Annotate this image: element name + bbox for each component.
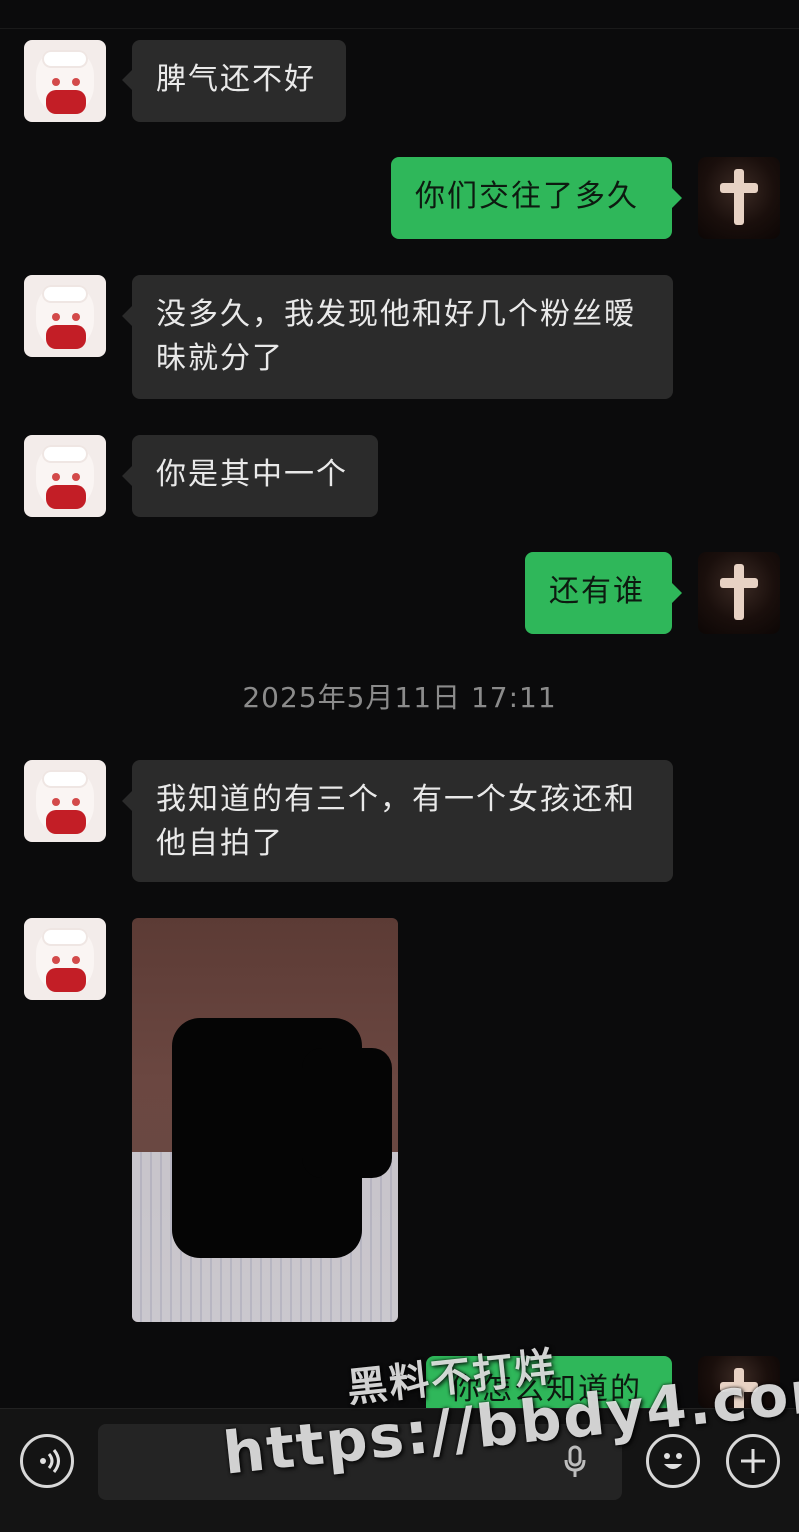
chat-timestamp: 2025年5月11日 17:11 <box>242 681 557 714</box>
microphone-icon[interactable] <box>560 1444 590 1480</box>
bubble-tail <box>672 188 682 208</box>
contact-avatar[interactable] <box>24 918 106 1000</box>
contact-avatar[interactable] <box>24 40 106 122</box>
message-text: 你是其中一个 <box>156 457 348 492</box>
voice-icon[interactable] <box>20 1434 74 1488</box>
photo-message[interactable] <box>132 918 398 1322</box>
anime-girl-icon <box>36 928 94 992</box>
cross-icon <box>734 564 744 620</box>
contact-avatar[interactable] <box>24 435 106 517</box>
outgoing-message[interactable]: 你怎么知道的 <box>426 1356 672 1416</box>
message-text-line: 他自拍了 <box>156 826 284 861</box>
message-text: 还有谁 <box>549 574 645 609</box>
message-text: 你们交往了多久 <box>415 179 639 214</box>
user-avatar[interactable] <box>698 157 780 239</box>
cross-bar <box>720 578 758 588</box>
emoji-icon[interactable] <box>646 1434 700 1488</box>
anime-girl-icon <box>36 285 94 349</box>
cross-bar <box>720 183 758 193</box>
message-text-line: 没多久，我发现他和好几个粉丝暧 <box>156 297 636 332</box>
incoming-message[interactable]: 没多久，我发现他和好几个粉丝暧 昧就分了 <box>132 275 673 399</box>
message-text-line: 我知道的有三个，有一个女孩还和 <box>156 782 636 817</box>
contact-avatar[interactable] <box>24 760 106 842</box>
anime-girl-icon <box>36 445 94 509</box>
outgoing-message[interactable]: 还有谁 <box>525 552 672 634</box>
anime-girl-icon <box>36 50 94 114</box>
chat-screen: 脾气还不好 你们交往了多久 没多久，我发现他和好几个粉丝暧 昧就分了 你是其中一… <box>0 0 799 1532</box>
anime-girl-icon <box>36 770 94 834</box>
user-avatar[interactable] <box>698 552 780 634</box>
redaction-block <box>302 1048 392 1178</box>
message-text: 脾气还不好 <box>156 62 316 97</box>
message-input[interactable] <box>98 1424 622 1500</box>
cross-icon <box>734 169 744 225</box>
incoming-message[interactable]: 我知道的有三个，有一个女孩还和 他自拍了 <box>132 760 673 882</box>
top-status-area <box>0 0 799 29</box>
incoming-message[interactable]: 你是其中一个 <box>132 435 378 517</box>
plus-icon[interactable] <box>726 1434 780 1488</box>
bubble-tail <box>122 466 132 486</box>
bubble-tail <box>672 583 682 603</box>
bubble-tail <box>122 791 132 811</box>
incoming-message[interactable]: 脾气还不好 <box>132 40 346 122</box>
message-text-line: 昧就分了 <box>156 341 284 376</box>
contact-avatar[interactable] <box>24 275 106 357</box>
bubble-tail <box>122 306 132 326</box>
bubble-tail <box>122 70 132 90</box>
message-text: 你怎么知道的 <box>450 1372 642 1407</box>
cross-bar <box>720 1382 758 1392</box>
user-avatar[interactable] <box>698 1356 780 1408</box>
outgoing-message[interactable]: 你们交往了多久 <box>391 157 672 239</box>
